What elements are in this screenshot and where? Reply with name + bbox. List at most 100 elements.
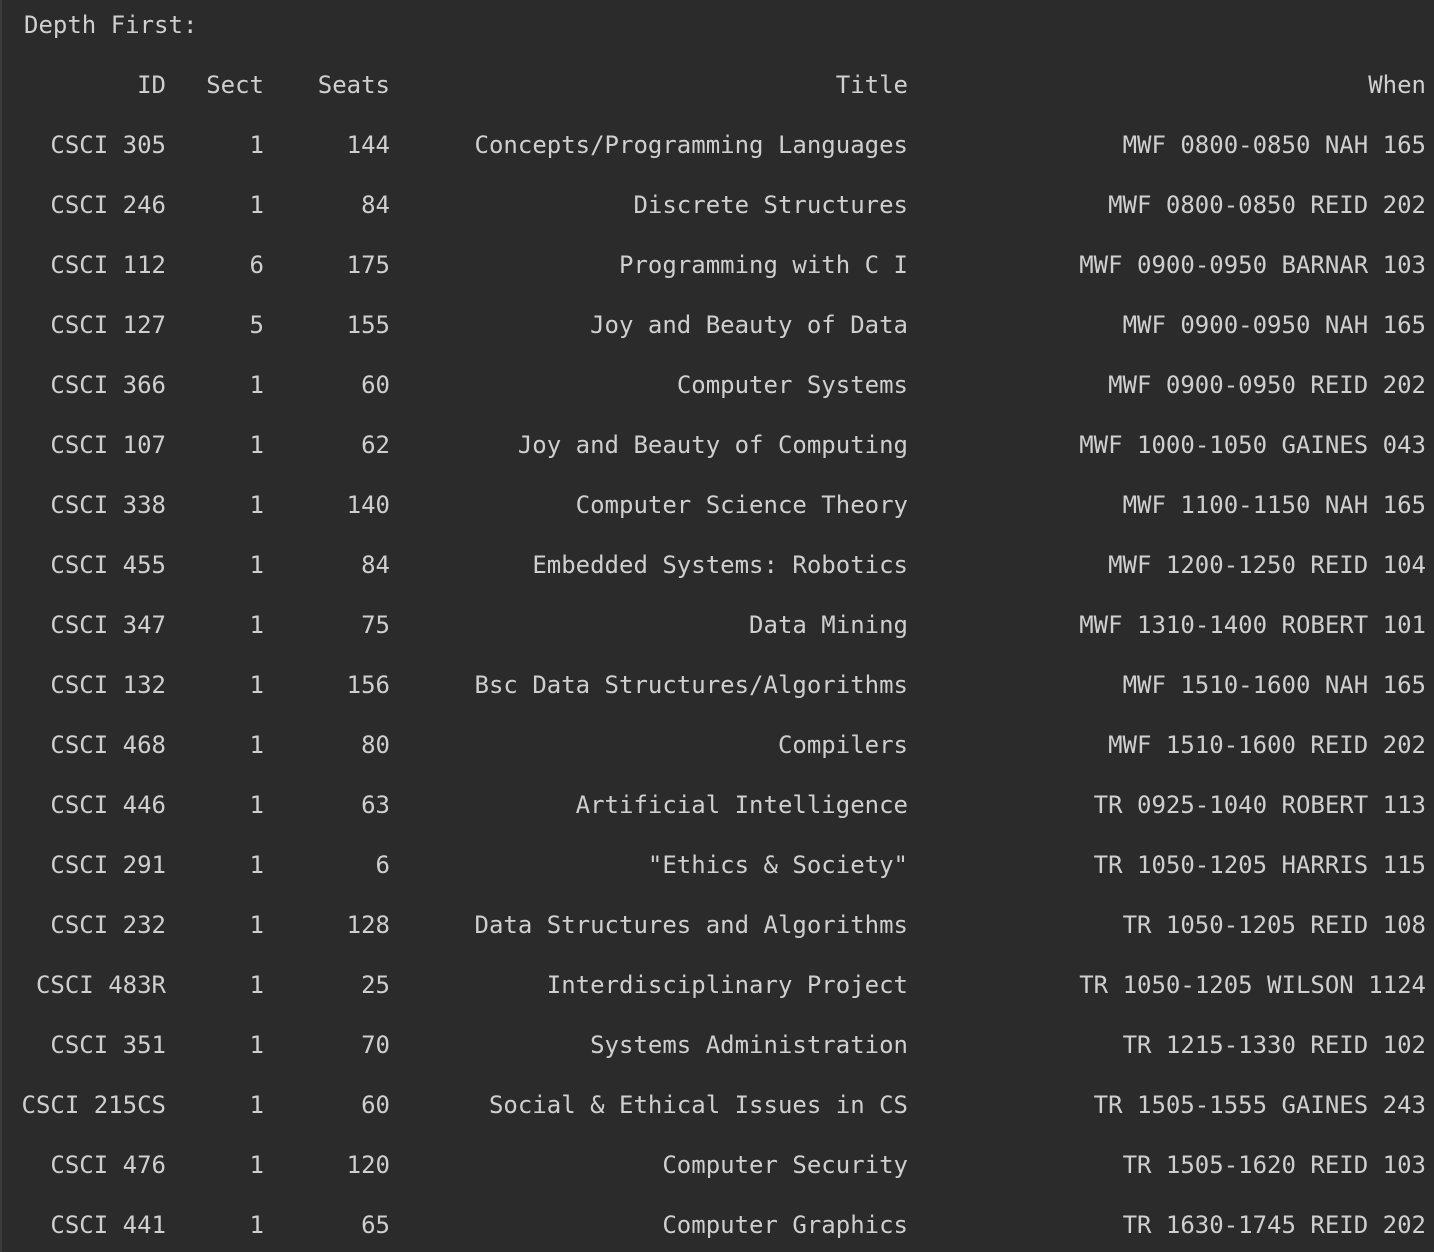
- cell-when: TR 1215-1330 REID 102: [1122, 1031, 1426, 1059]
- cell-when: TR 1050-1205 WILSON 1124: [1079, 971, 1426, 999]
- cell-id: CSCI 246: [50, 191, 166, 219]
- cell-seats: 80: [361, 731, 390, 759]
- cell-sect: 1: [249, 611, 264, 639]
- cell-sect: 1: [249, 971, 264, 999]
- cell-sect: 1: [249, 131, 264, 159]
- cell-seats: 120: [346, 1151, 390, 1179]
- table-row: CSCI 347 1 75 Data Mining MWF 1310-1400 ROBE…: [2, 610, 1434, 670]
- cell-id: CSCI 366: [50, 371, 166, 399]
- cell-seats: 84: [361, 191, 390, 219]
- cell-title: Computer Graphics: [662, 1211, 908, 1239]
- cell-when: MWF 0800-0850 NAH 165: [1122, 131, 1426, 159]
- table-row: CSCI 305 1 144 Concepts/Programming Languag…: [2, 130, 1434, 190]
- cell-seats: 60: [361, 371, 390, 399]
- cell-title: Systems Administration: [590, 1031, 908, 1059]
- cell-title: Data Mining: [749, 611, 908, 639]
- cell-id: CSCI 351: [50, 1031, 166, 1059]
- table-row: CSCI 366 1 60 Computer Systems MWF 0900-0950…: [2, 370, 1434, 430]
- cell-sect: 1: [249, 431, 264, 459]
- cell-seats: 75: [361, 611, 390, 639]
- cell-seats: 6: [375, 851, 390, 879]
- cell-title: Data Structures and Algorithms: [474, 911, 908, 939]
- cell-id: CSCI 215CS: [21, 1091, 167, 1119]
- header-when: When: [1368, 71, 1426, 99]
- cell-when: TR 1050-1205 REID 108: [1122, 911, 1426, 939]
- cell-title: Social & Ethical Issues in CS: [488, 1091, 908, 1119]
- cell-title: Artificial Intelligence: [575, 791, 908, 819]
- cell-sect: 1: [249, 911, 264, 939]
- cell-seats: 25: [361, 971, 390, 999]
- cell-when: MWF 1100-1150 NAH 165: [1122, 491, 1426, 519]
- cell-title: Bsc Data Structures/Algorithms: [474, 671, 908, 699]
- cell-when: TR 1505-1555 GAINES 243: [1093, 1091, 1426, 1119]
- cell-when: TR 0925-1040 ROBERT 113: [1093, 791, 1426, 819]
- cell-seats: 156: [346, 671, 390, 699]
- cell-id: CSCI 338: [50, 491, 166, 519]
- output-heading: Depth First:: [24, 11, 198, 39]
- cell-seats: 140: [346, 491, 390, 519]
- cell-id: CSCI 107: [50, 431, 166, 459]
- table-row: CSCI 291 1 6 "Ethics & Society" TR 1050-1205…: [2, 850, 1434, 910]
- cell-sect: 6: [249, 251, 264, 279]
- cell-sect: 1: [249, 851, 264, 879]
- cell-seats: 144: [346, 131, 390, 159]
- cell-sect: 1: [249, 371, 264, 399]
- header-seats: Seats: [317, 71, 390, 99]
- cell-title: Joy and Beauty of Data: [590, 311, 908, 339]
- cell-when: MWF 1200-1250 REID 104: [1108, 551, 1426, 579]
- table-row: CSCI 483R 1 25 Interdisciplinary Project TR …: [2, 970, 1434, 1030]
- cell-id: CSCI 476: [50, 1151, 166, 1179]
- cell-id: CSCI 232: [50, 911, 166, 939]
- cell-id: CSCI 291: [50, 851, 166, 879]
- cell-seats: 70: [361, 1031, 390, 1059]
- cell-seats: 63: [361, 791, 390, 819]
- cell-when: MWF 0900-0950 NAH 165: [1122, 311, 1426, 339]
- header-sect: Sect: [206, 71, 264, 99]
- cell-sect: 1: [249, 551, 264, 579]
- table-body: CSCI 305 1 144 Concepts/Programming Languag…: [2, 130, 1434, 1252]
- cell-title: Computer Security: [662, 1151, 908, 1179]
- table-row: CSCI 112 6 175 Programming with C I MWF 0900…: [2, 250, 1434, 310]
- cell-title: Joy and Beauty of Computing: [517, 431, 908, 459]
- table-row: CSCI 215CS 1 60 Social & Ethical Issues in …: [2, 1090, 1434, 1150]
- cell-id: CSCI 112: [50, 251, 166, 279]
- cell-sect: 1: [249, 1151, 264, 1179]
- course-table: ID Sect Seats Title When CSCI 305 1 144 Con…: [2, 70, 1434, 1252]
- table-header-row: ID Sect Seats Title When: [2, 70, 1434, 130]
- cell-id: CSCI 127: [50, 311, 166, 339]
- cell-seats: 65: [361, 1211, 390, 1239]
- cell-sect: 1: [249, 1211, 264, 1239]
- cell-title: Computer Systems: [676, 371, 908, 399]
- cell-id: CSCI 483R: [35, 971, 166, 999]
- table-row: CSCI 476 1 120 Computer Security TR 1505-162…: [2, 1150, 1434, 1210]
- cell-seats: 128: [346, 911, 390, 939]
- cell-when: MWF 0900-0950 REID 202: [1108, 371, 1426, 399]
- cell-title: Programming with C I: [619, 251, 908, 279]
- cell-when: TR 1050-1205 HARRIS 115: [1093, 851, 1426, 879]
- cell-seats: 155: [346, 311, 390, 339]
- cell-id: CSCI 132: [50, 671, 166, 699]
- cell-when: MWF 1000-1050 GAINES 043: [1079, 431, 1426, 459]
- cell-when: TR 1630-1745 REID 202: [1122, 1211, 1426, 1239]
- cell-title: Compilers: [777, 731, 908, 759]
- cell-when: MWF 1510-1600 REID 202: [1108, 731, 1426, 759]
- cell-sect: 1: [249, 191, 264, 219]
- table-row: CSCI 246 1 84 Discrete Structures MWF 0800-0…: [2, 190, 1434, 250]
- table-row: CSCI 446 1 63 Artificial Intelligence TR 092…: [2, 790, 1434, 850]
- header-title: Title: [835, 71, 908, 99]
- cell-seats: 175: [346, 251, 390, 279]
- cell-title: Computer Science Theory: [575, 491, 908, 519]
- cell-id: CSCI 441: [50, 1211, 166, 1239]
- table-row: CSCI 338 1 140 Computer Science Theory MWF 1…: [2, 490, 1434, 550]
- header-id: ID: [137, 71, 166, 99]
- cell-seats: 84: [361, 551, 390, 579]
- table-row: CSCI 127 5 155 Joy and Beauty of Data MWF 09…: [2, 310, 1434, 370]
- cell-title: Embedded Systems: Robotics: [532, 551, 908, 579]
- cell-sect: 1: [249, 671, 264, 699]
- cell-id: CSCI 347: [50, 611, 166, 639]
- cell-title: Discrete Structures: [633, 191, 908, 219]
- cell-sect: 1: [249, 491, 264, 519]
- table-row: CSCI 351 1 70 Systems Administration TR 1215…: [2, 1030, 1434, 1090]
- cell-sect: 1: [249, 1031, 264, 1059]
- cell-id: CSCI 468: [50, 731, 166, 759]
